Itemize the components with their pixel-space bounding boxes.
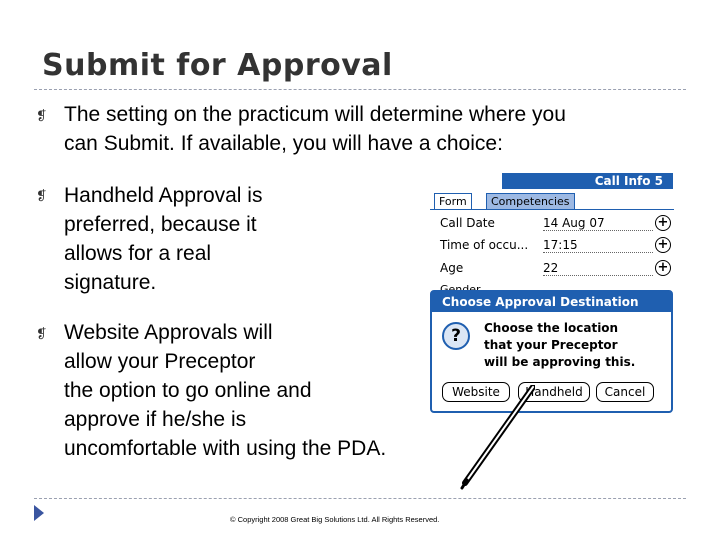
bullet-text-1: The setting on the practicum will determ… xyxy=(64,103,566,155)
slide-title: Submit for Approval xyxy=(42,48,393,83)
bullet-icon: ❡ xyxy=(36,108,47,123)
nav-triangle-icon[interactable] xyxy=(34,505,44,521)
pda-screenshot: Call Info 5 Form Competencies Call Date … xyxy=(430,170,674,415)
field-label: Call Date xyxy=(440,216,495,230)
field-value[interactable]: 22 xyxy=(543,261,653,276)
footer-divider xyxy=(34,498,686,499)
field-label: Time of occu... xyxy=(440,238,529,252)
tab-form[interactable]: Form xyxy=(434,193,472,209)
field-row-time: Time of occu... 17:15 + xyxy=(440,237,674,258)
pda-titlebar: Call Info 5 xyxy=(430,173,673,189)
field-value[interactable]: 17:15 xyxy=(543,238,653,253)
stylus-pen-icon xyxy=(460,385,535,490)
bullet-text-2: Handheld Approval is preferred, because … xyxy=(64,184,263,294)
dialog-title: Choose Approval Destination xyxy=(432,292,671,312)
pda-title: Call Info 5 xyxy=(594,174,663,188)
tab-underline xyxy=(430,209,674,210)
bullet-icon: ❡ xyxy=(36,326,47,341)
bullet-text-3: Website Approvals will allow your Precep… xyxy=(64,321,387,460)
title-divider xyxy=(34,89,686,90)
copyright-footer: © Copyright 2008 Great Big Solutions Ltd… xyxy=(230,515,440,524)
field-row-call-date: Call Date 14 Aug 07 + xyxy=(440,215,674,236)
add-icon[interactable]: + xyxy=(655,237,671,253)
add-icon[interactable]: + xyxy=(655,215,671,231)
field-label: Age xyxy=(440,261,464,275)
field-value[interactable]: 14 Aug 07 xyxy=(543,216,653,231)
dialog-message: Choose the location that your Preceptor … xyxy=(484,321,636,369)
field-row-age: Age 22 + xyxy=(440,260,674,281)
tab-competencies[interactable]: Competencies xyxy=(486,193,575,209)
question-icon: ? xyxy=(442,322,470,350)
bullet-icon: ❡ xyxy=(36,188,47,203)
add-icon[interactable]: + xyxy=(655,260,671,276)
cancel-button[interactable]: Cancel xyxy=(596,382,654,402)
